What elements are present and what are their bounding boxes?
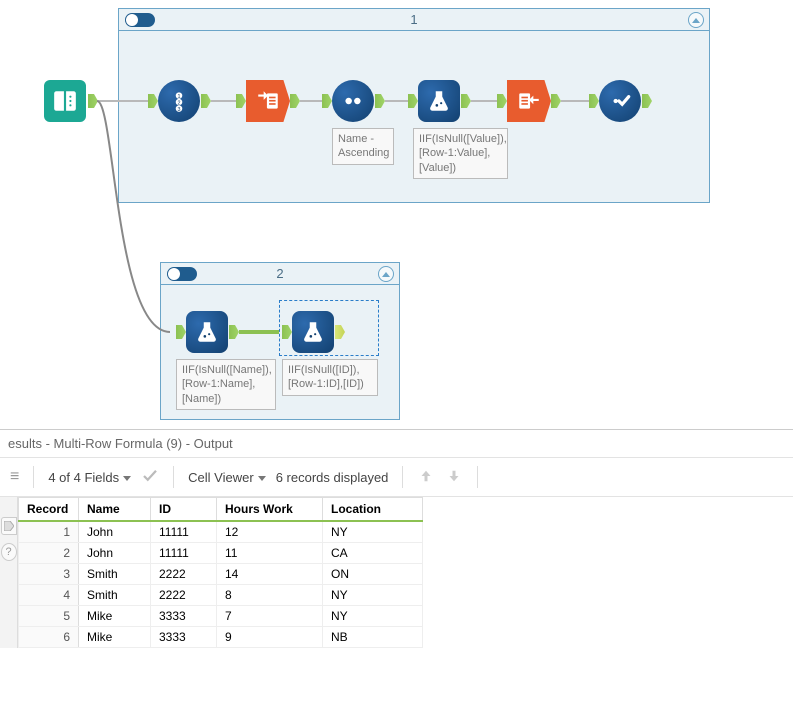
cell-id: 3333 [151, 627, 217, 648]
arrow-down-icon[interactable] [445, 467, 463, 488]
container-title: 1 [410, 12, 417, 27]
cell-id: 11111 [151, 543, 217, 564]
container-enable-toggle[interactable] [167, 267, 197, 281]
chevron-down-icon [258, 476, 266, 481]
gutter-help-icon[interactable]: ? [1, 543, 17, 561]
select-tool[interactable] [599, 80, 641, 122]
cell-record: 6 [19, 627, 79, 648]
cell-viewer-dropdown[interactable]: Cell Viewer [188, 470, 266, 485]
cell-record: 5 [19, 606, 79, 627]
cross-tab-tool[interactable] [507, 80, 551, 122]
cell-name: Smith [79, 585, 151, 606]
cell-location: ON [323, 564, 423, 585]
cell-hours-work: 9 [217, 627, 323, 648]
table-row[interactable]: 5Mike33337NY [19, 606, 423, 627]
cell-location: NB [323, 627, 423, 648]
container-collapse-button[interactable] [378, 266, 394, 282]
fields-dropdown[interactable]: 4 of 4 Fields [48, 470, 131, 485]
container-enable-toggle[interactable] [125, 13, 155, 27]
cell-location: NY [323, 521, 423, 543]
container-header: 2 [161, 263, 399, 285]
cell-hours-work: 12 [217, 521, 323, 543]
gutter-tag-icon[interactable] [1, 517, 17, 535]
chevron-up-icon [382, 272, 390, 277]
sort-annotation: Name - Ascending [332, 128, 394, 165]
multi-row-formula-tool-name[interactable] [186, 311, 228, 353]
beaker-icon [426, 88, 452, 114]
workflow-canvas[interactable]: 1 2 123 Name - Ascending IIF(IsNull([Val [0, 0, 793, 430]
cell-name: John [79, 543, 151, 564]
results-panel-title: esults - Multi-Row Formula (9) - Output [0, 430, 793, 458]
multi-row-formula-tool-id[interactable] [292, 311, 334, 353]
table-row[interactable]: 3Smith222214ON [19, 564, 423, 585]
input-data-tool[interactable] [44, 80, 86, 122]
multi-row-formula-tool[interactable] [418, 80, 460, 122]
table-row[interactable]: 6Mike33339NB [19, 627, 423, 648]
cell-id: 2222 [151, 585, 217, 606]
transpose-icon [255, 88, 281, 114]
table-row[interactable]: 2John1111111CA [19, 543, 423, 564]
container-title: 2 [276, 266, 283, 281]
book-icon [52, 88, 78, 114]
cell-name: Smith [79, 564, 151, 585]
cell-record: 2 [19, 543, 79, 564]
cell-id: 2222 [151, 564, 217, 585]
container-header: 1 [119, 9, 709, 31]
cell-location: NY [323, 585, 423, 606]
apply-check-icon[interactable] [141, 467, 159, 488]
record-id-tool[interactable]: 123 [158, 80, 200, 122]
cell-name: Mike [79, 606, 151, 627]
results-gutter: ? [0, 497, 18, 648]
sort-tool[interactable] [332, 80, 374, 122]
cell-id: 11111 [151, 521, 217, 543]
col-location[interactable]: Location [323, 498, 423, 522]
chevron-down-icon [123, 476, 131, 481]
dots-icon [340, 88, 366, 114]
numbers-icon: 123 [166, 88, 192, 114]
records-count-label: 6 records displayed [276, 470, 389, 485]
table-header-row: Record Name ID Hours Work Location [19, 498, 423, 522]
cell-record: 3 [19, 564, 79, 585]
cell-hours-work: 8 [217, 585, 323, 606]
col-name[interactable]: Name [79, 498, 151, 522]
cell-location: CA [323, 543, 423, 564]
mrf-name-annotation: IIF(IsNull([Name]),[Row-1:Name],[Name]) [176, 359, 276, 410]
col-id[interactable]: ID [151, 498, 217, 522]
mrf-value-annotation: IIF(IsNull([Value]),[Row-1:Value],[Value… [413, 128, 508, 179]
table-row[interactable]: 4Smith22228NY [19, 585, 423, 606]
container-collapse-button[interactable] [688, 12, 704, 28]
mrf-id-annotation: IIF(IsNull([ID]),[Row-1:ID],[ID]) [282, 359, 378, 396]
beaker-icon [194, 319, 220, 345]
crosstab-icon [516, 88, 542, 114]
col-hours-work[interactable]: Hours Work [217, 498, 323, 522]
results-table[interactable]: Record Name ID Hours Work Location 1John… [18, 497, 423, 648]
chevron-up-icon [692, 18, 700, 23]
svg-text:1: 1 [177, 94, 180, 100]
cell-record: 4 [19, 585, 79, 606]
beaker-icon [300, 319, 326, 345]
cell-location: NY [323, 606, 423, 627]
cell-hours-work: 11 [217, 543, 323, 564]
col-record[interactable]: Record [19, 498, 79, 522]
svg-text:2: 2 [177, 100, 180, 106]
results-toolbar: ≡ 4 of 4 Fields Cell Viewer 6 records di… [0, 458, 793, 497]
check-icon [607, 88, 633, 114]
hamburger-icon[interactable]: ≡ [10, 468, 19, 486]
arrow-up-icon[interactable] [417, 467, 435, 488]
cell-name: Mike [79, 627, 151, 648]
cell-hours-work: 14 [217, 564, 323, 585]
transpose-tool[interactable] [246, 80, 290, 122]
results-grid-wrap: ? Record Name ID Hours Work Location 1Jo… [0, 497, 793, 648]
table-row[interactable]: 1John1111112NY [19, 521, 423, 543]
cell-id: 3333 [151, 606, 217, 627]
cell-name: John [79, 521, 151, 543]
svg-text:3: 3 [177, 107, 180, 113]
cell-record: 1 [19, 521, 79, 543]
cell-hours-work: 7 [217, 606, 323, 627]
